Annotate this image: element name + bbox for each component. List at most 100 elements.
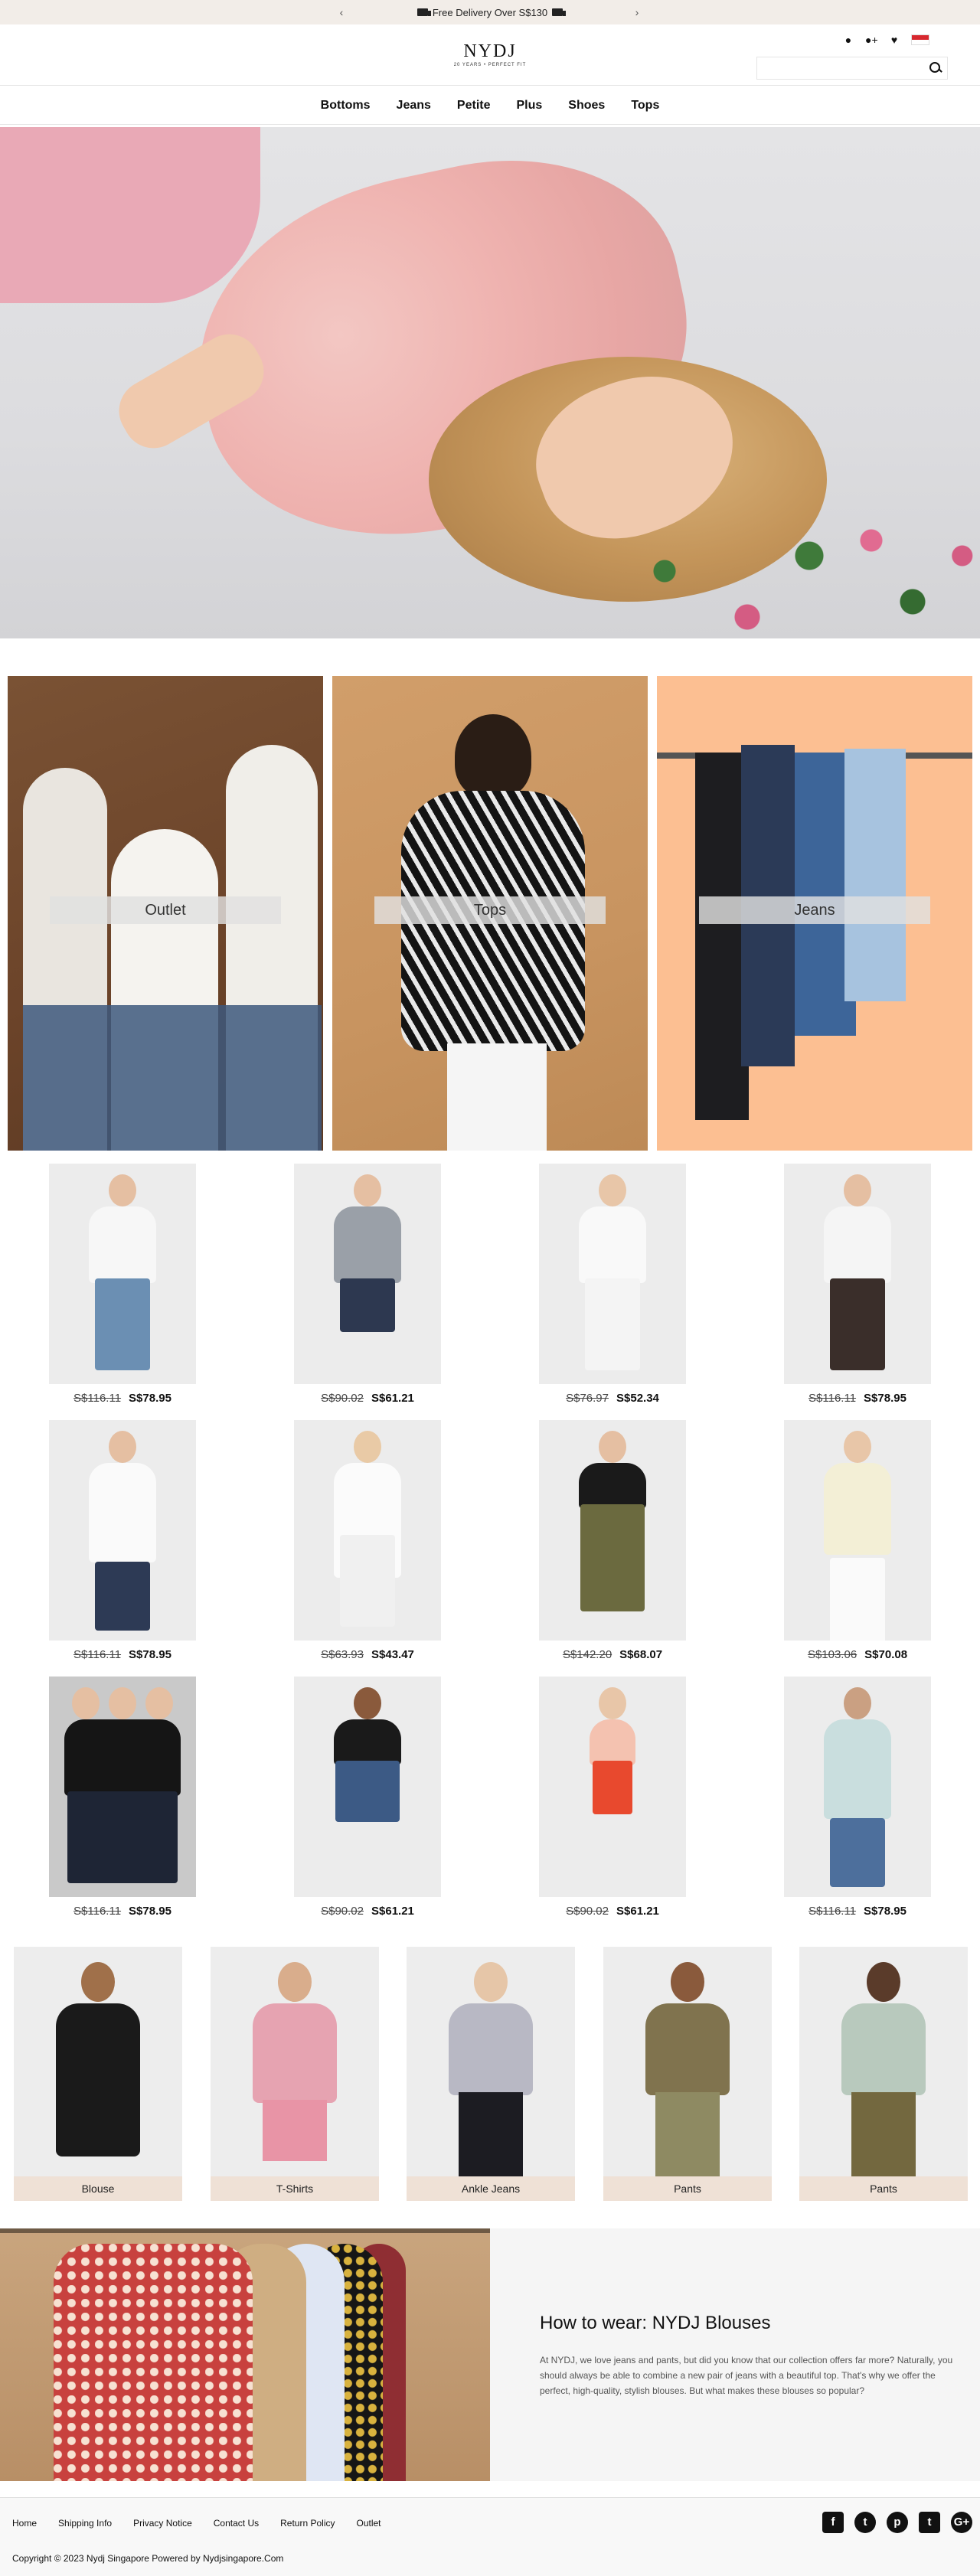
style-image[interactable] [799,1947,968,2176]
style-image[interactable] [14,1947,182,2176]
style-image[interactable] [603,1947,772,2176]
product-card[interactable]: S$90.02 S$61.21 [539,1677,686,1918]
product-card[interactable]: S$63.93 S$43.47 [294,1420,441,1661]
hero-jeans-shape [0,127,260,303]
footer-link-shipping[interactable]: Shipping Info [58,2518,112,2529]
hero-roses-shape [582,495,980,638]
product-price: S$116.11 S$78.95 [784,1905,931,1918]
heart-icon[interactable]: ♥ [888,34,900,46]
nav-shoes[interactable]: Shoes [568,99,605,113]
site-header: NYDJ 20 YEARS • PERFECT FIT ● ●+ ♥ [0,24,980,86]
product-image[interactable] [539,1677,686,1897]
product-image[interactable] [539,1164,686,1384]
style-label: Ankle Jeans [407,2176,575,2201]
style-card-pants-2[interactable]: Pants [799,1947,968,2201]
product-image[interactable] [784,1420,931,1641]
hero-banner[interactable] [0,127,980,638]
product-card[interactable]: S$90.02 S$61.21 [294,1164,441,1405]
style-card-blouse[interactable]: Blouse [14,1947,182,2201]
product-image[interactable] [294,1677,441,1897]
product-card[interactable]: S$116.11 S$78.95 [49,1677,196,1918]
product-card[interactable]: S$90.02 S$61.21 [294,1677,441,1918]
product-price: S$63.93 S$43.47 [294,1648,441,1661]
style-image[interactable] [407,1947,575,2176]
nav-jeans[interactable]: Jeans [397,99,431,113]
product-image[interactable] [294,1164,441,1384]
pinterest-icon[interactable]: p [887,2512,908,2533]
product-price: S$90.02 S$61.21 [294,1392,441,1405]
promo-next-arrow[interactable]: › [629,0,645,24]
product-image[interactable] [49,1677,196,1897]
nav-plus[interactable]: Plus [517,99,543,113]
garment-shape [54,2244,253,2481]
product-card[interactable]: S$116.11 S$78.95 [49,1420,196,1661]
tumblr-icon[interactable]: t [919,2512,940,2533]
nav-tops[interactable]: Tops [631,99,659,113]
search-input[interactable] [757,57,924,79]
add-user-icon[interactable]: ●+ [865,34,878,46]
category-tops[interactable]: Tops [332,676,648,1151]
style-label: Pants [799,2176,968,2201]
original-price: S$103.06 [807,1648,858,1661]
product-card[interactable]: S$116.11 S$78.95 [49,1164,196,1405]
original-price: S$116.11 [808,1905,857,1918]
footer-link-privacy[interactable]: Privacy Notice [133,2518,192,2529]
product-image[interactable] [784,1677,931,1897]
style-card-ankle-jeans[interactable]: Ankle Jeans [407,1947,575,2201]
product-image[interactable] [49,1420,196,1641]
blog-title[interactable]: How to wear: NYDJ Blouses [540,2313,770,2334]
style-card-pants-1[interactable]: Pants [603,1947,772,2201]
sale-price: S$78.95 [864,1905,906,1918]
copyright: Copyright © 2023 Nydj Singapore Powered … [12,2553,284,2564]
account-icon[interactable]: ● [842,34,854,46]
sale-price: S$43.47 [371,1648,414,1661]
category-outlet[interactable]: Outlet [8,676,323,1151]
footer-link-outlet[interactable]: Outlet [357,2518,381,2529]
sale-price: S$52.34 [616,1392,659,1405]
footer-link-returns[interactable]: Return Policy [280,2518,335,2529]
product-card[interactable]: S$116.11 S$78.95 [784,1164,931,1405]
promo-prev-arrow[interactable]: ‹ [334,0,349,24]
original-price: S$90.02 [321,1392,364,1405]
product-price: S$103.06 S$70.08 [784,1648,931,1661]
promo-message: Free Delivery Over S$130 [416,6,567,18]
sale-price: S$78.95 [129,1905,172,1918]
product-image[interactable] [539,1420,686,1641]
style-carousel: ‹ › Blouse T-Shirts Ankle Jeans Pants Pa… [0,1947,980,2207]
blog-image[interactable] [0,2228,490,2481]
google-plus-icon[interactable]: G+ [951,2512,972,2533]
original-price: S$90.02 [321,1905,364,1918]
nav-bottoms[interactable]: Bottoms [321,99,371,113]
twitter-icon[interactable]: t [854,2512,876,2533]
style-card-tshirts[interactable]: T-Shirts [211,1947,379,2201]
search-bar [756,57,948,80]
original-price: S$142.20 [562,1648,612,1661]
facebook-icon[interactable]: f [822,2512,844,2533]
sale-price: S$78.95 [129,1648,172,1661]
nav-petite[interactable]: Petite [457,99,491,113]
search-icon[interactable] [929,61,942,75]
product-image[interactable] [784,1164,931,1384]
footer-link-home[interactable]: Home [12,2518,37,2529]
model-head [455,714,531,798]
style-label: Pants [603,2176,772,2201]
footer-link-contact[interactable]: Contact Us [214,2518,259,2529]
product-price: S$90.02 S$61.21 [294,1905,441,1918]
product-card[interactable]: S$142.20 S$68.07 [539,1420,686,1661]
style-label: T-Shirts [211,2176,379,2201]
sale-price: S$78.95 [864,1392,906,1405]
sale-price: S$61.21 [371,1392,414,1405]
singapore-flag-icon[interactable] [911,34,929,45]
style-image[interactable] [211,1947,379,2176]
product-card[interactable]: S$116.11 S$78.95 [784,1677,931,1918]
product-image[interactable] [49,1164,196,1384]
product-price: S$116.11 S$78.95 [49,1392,196,1405]
product-card[interactable]: S$103.06 S$70.08 [784,1420,931,1661]
site-logo[interactable]: NYDJ 20 YEARS • PERFECT FIT [429,41,551,67]
promo-text: Free Delivery Over S$130 [432,6,548,18]
product-card[interactable]: S$76.97 S$52.34 [539,1164,686,1405]
product-image[interactable] [294,1420,441,1641]
category-label: Outlet [50,896,281,924]
category-jeans[interactable]: Jeans [657,676,972,1151]
sale-price: S$78.95 [129,1392,172,1405]
